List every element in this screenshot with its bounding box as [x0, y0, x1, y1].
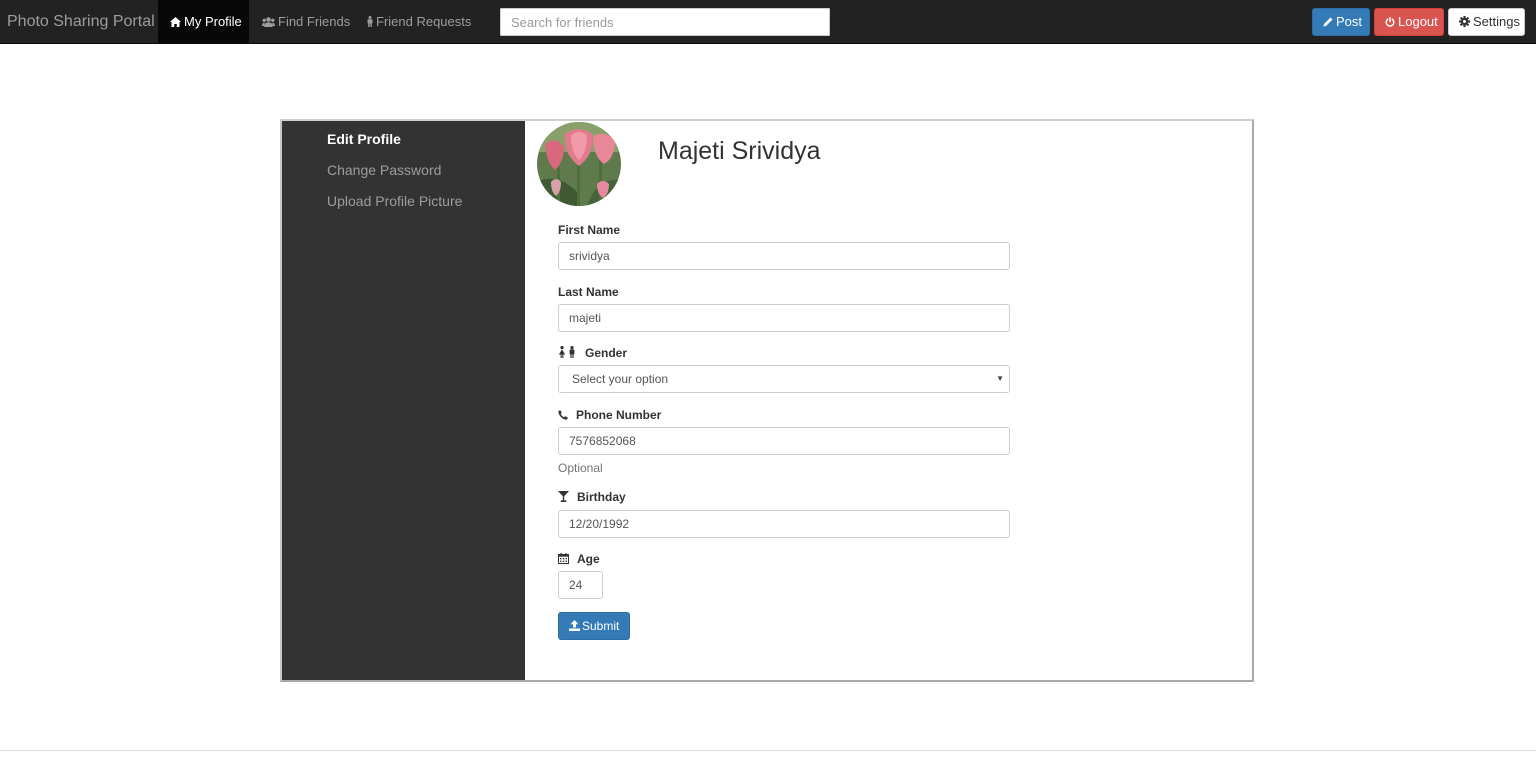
age-field[interactable]: 24: [558, 571, 603, 599]
age-label: Age: [577, 552, 600, 566]
users-icon: [262, 17, 275, 27]
birthday-label: Birthday: [577, 490, 626, 504]
calendar-icon: [558, 553, 569, 564]
sidebar-item-upload-profile-picture[interactable]: Upload Profile Picture: [327, 193, 462, 209]
footer-divider: [0, 750, 1536, 751]
person-icon: [367, 16, 373, 27]
sidebar-item-change-password[interactable]: Change Password: [327, 162, 441, 178]
nav-my-profile[interactable]: My Profile: [158, 0, 249, 43]
phone-icon: [558, 410, 568, 420]
gender-icon: [558, 346, 575, 358]
glass-icon: [558, 491, 569, 502]
upload-icon: [569, 620, 580, 631]
gear-icon: [1459, 16, 1470, 27]
settings-button[interactable]: Settings: [1448, 8, 1525, 36]
home-icon: [170, 17, 181, 27]
power-icon: [1385, 16, 1395, 27]
phone-label-row: Phone Number: [558, 408, 661, 422]
search-friends-input[interactable]: [500, 8, 830, 36]
phone-label: Phone Number: [576, 408, 662, 422]
profile-name: Majeti Srividya: [658, 137, 821, 165]
logout-button[interactable]: Logout: [1374, 8, 1444, 36]
phone-field[interactable]: 7576852068: [558, 427, 1010, 455]
brand-title[interactable]: Photo Sharing Portal: [7, 0, 155, 44]
nav-my-profile-label: My Profile: [184, 14, 242, 29]
nav-find-friends[interactable]: Find Friends: [250, 0, 362, 43]
last-name-field[interactable]: majeti: [558, 304, 1010, 332]
gender-select[interactable]: Select your option ▼: [558, 365, 1010, 393]
first-name-field[interactable]: srividya: [558, 242, 1010, 270]
top-navbar: Photo Sharing Portal My Profile Find Fri…: [0, 0, 1536, 44]
logout-button-label: Logout: [1398, 14, 1438, 29]
phone-help-text: Optional: [558, 461, 603, 475]
gender-label-row: Gender: [558, 346, 627, 360]
nav-find-friends-label: Find Friends: [278, 14, 351, 29]
first-name-label: First Name: [558, 223, 621, 237]
profile-card: Edit Profile Change Password Upload Prof…: [280, 119, 1254, 682]
caret-down-icon: ▼: [996, 374, 1004, 383]
sidebar-item-edit-profile[interactable]: Edit Profile: [327, 131, 401, 147]
submit-button[interactable]: Submit: [558, 612, 630, 640]
settings-button-label: Settings: [1473, 14, 1520, 29]
birthday-field[interactable]: 12/20/1992: [558, 510, 1010, 538]
nav-friend-requests-label: Friend Requests: [376, 14, 472, 29]
post-button-label: Post: [1336, 14, 1363, 29]
avatar: [537, 122, 621, 206]
age-label-row: Age: [558, 552, 600, 566]
profile-sidebar: Edit Profile Change Password Upload Prof…: [282, 121, 525, 680]
pencil-icon: [1323, 17, 1333, 27]
birthday-label-row: Birthday: [558, 490, 626, 504]
post-button[interactable]: Post: [1312, 8, 1370, 36]
submit-button-label: Submit: [582, 619, 620, 633]
nav-friend-requests[interactable]: Friend Requests: [355, 0, 483, 43]
gender-label: Gender: [585, 346, 628, 360]
gender-selected-value: Select your option: [572, 372, 669, 386]
last-name-label: Last Name: [558, 285, 619, 299]
